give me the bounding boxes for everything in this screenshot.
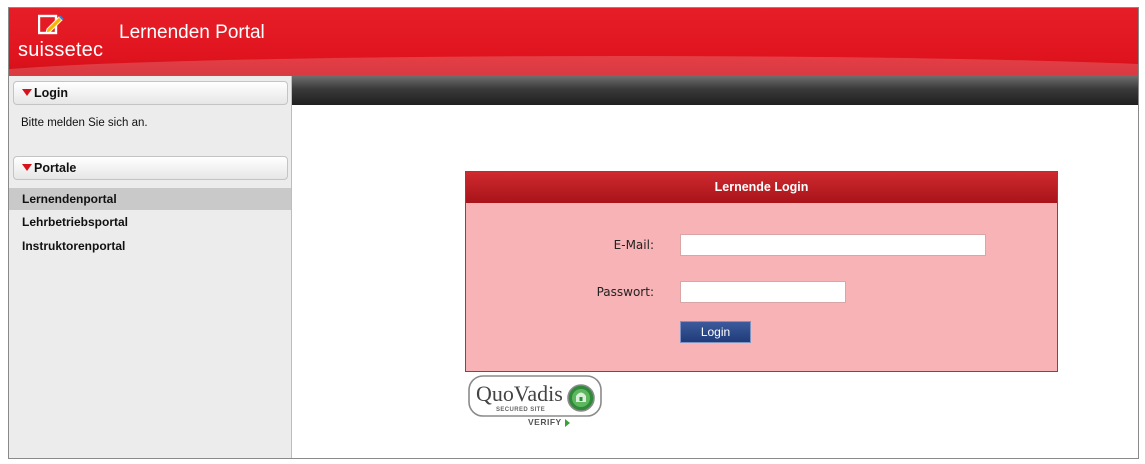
play-arrow-icon xyxy=(564,418,570,427)
email-field[interactable] xyxy=(680,234,986,256)
login-button[interactable]: Login xyxy=(680,321,751,343)
seal-brand-text: QuoVadis xyxy=(476,381,563,406)
content-toolbar xyxy=(292,76,1138,105)
caret-down-icon xyxy=(22,164,32,171)
caret-down-icon xyxy=(22,89,32,96)
login-section-header[interactable]: Login xyxy=(13,81,288,105)
login-hint: Bitte melden Sie sich an. xyxy=(21,117,148,129)
suissetec-logo-icon xyxy=(38,14,64,35)
login-panel: Lernende Login E-Mail: Passwort: Login xyxy=(465,171,1058,372)
sidebar-item-lernendenportal[interactable]: Lernendenportal xyxy=(9,188,291,210)
browser-page: suissetec Lernenden Portal Login Bitte m… xyxy=(8,7,1139,459)
seal-subtitle-text: SECURED SITE xyxy=(496,407,545,413)
sidebar-item-instruktorenportal[interactable]: Instruktorenportal xyxy=(9,235,291,257)
password-label: Passwort: xyxy=(596,285,654,299)
header-swoosh xyxy=(9,56,1138,76)
verify-label: VERIFY xyxy=(528,417,562,427)
sidebar: Login Bitte melden Sie sich an. Portale … xyxy=(9,76,292,458)
quovadis-seal[interactable]: QuoVadis SECURED SITE xyxy=(468,375,602,417)
brand-logo-text: suissetec xyxy=(18,39,104,61)
login-panel-title: Lernende Login xyxy=(466,172,1057,203)
secured-lock-icon xyxy=(567,384,595,412)
header-banner: suissetec Lernenden Portal xyxy=(9,8,1138,76)
verify-link[interactable]: VERIFY xyxy=(528,417,570,427)
portals-section-title: Portale xyxy=(34,161,77,175)
portals-section-header[interactable]: Portale xyxy=(13,156,288,180)
login-section-title: Login xyxy=(34,86,69,100)
sidebar-item-lehrbetriebsportal[interactable]: Lehrbetriebsportal xyxy=(9,211,291,233)
email-label: E-Mail: xyxy=(613,238,654,252)
app-title: Lernenden Portal xyxy=(119,22,265,43)
password-field[interactable] xyxy=(680,281,846,303)
